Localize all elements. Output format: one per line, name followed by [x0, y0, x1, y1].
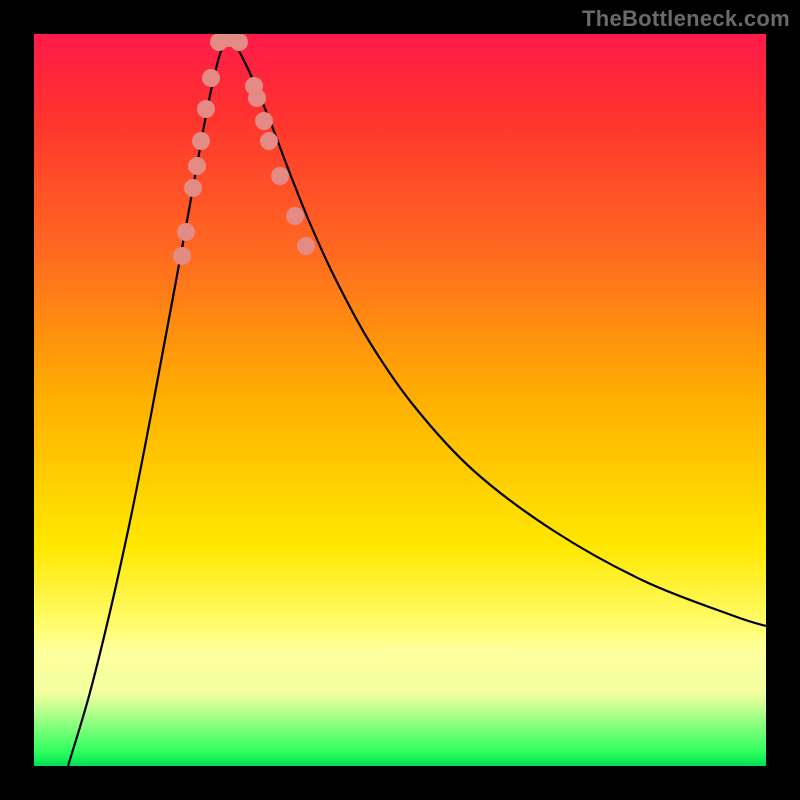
chart-markers	[173, 34, 315, 265]
marker-point	[255, 112, 273, 130]
marker-point	[192, 132, 210, 150]
marker-point	[173, 247, 191, 265]
marker-point	[177, 223, 195, 241]
marker-point	[286, 207, 304, 225]
marker-point	[202, 69, 220, 87]
marker-point	[188, 157, 206, 175]
marker-point	[197, 100, 215, 118]
curve-right-branch	[229, 34, 766, 626]
marker-point	[248, 89, 266, 107]
marker-point	[230, 34, 248, 51]
marker-point	[271, 167, 289, 185]
marker-point	[260, 132, 278, 150]
watermark-text: TheBottleneck.com	[582, 6, 790, 32]
marker-point	[184, 179, 202, 197]
marker-point	[297, 237, 315, 255]
chart-curves	[68, 34, 766, 766]
chart-svg	[34, 34, 766, 766]
chart-plot-area	[34, 34, 766, 766]
